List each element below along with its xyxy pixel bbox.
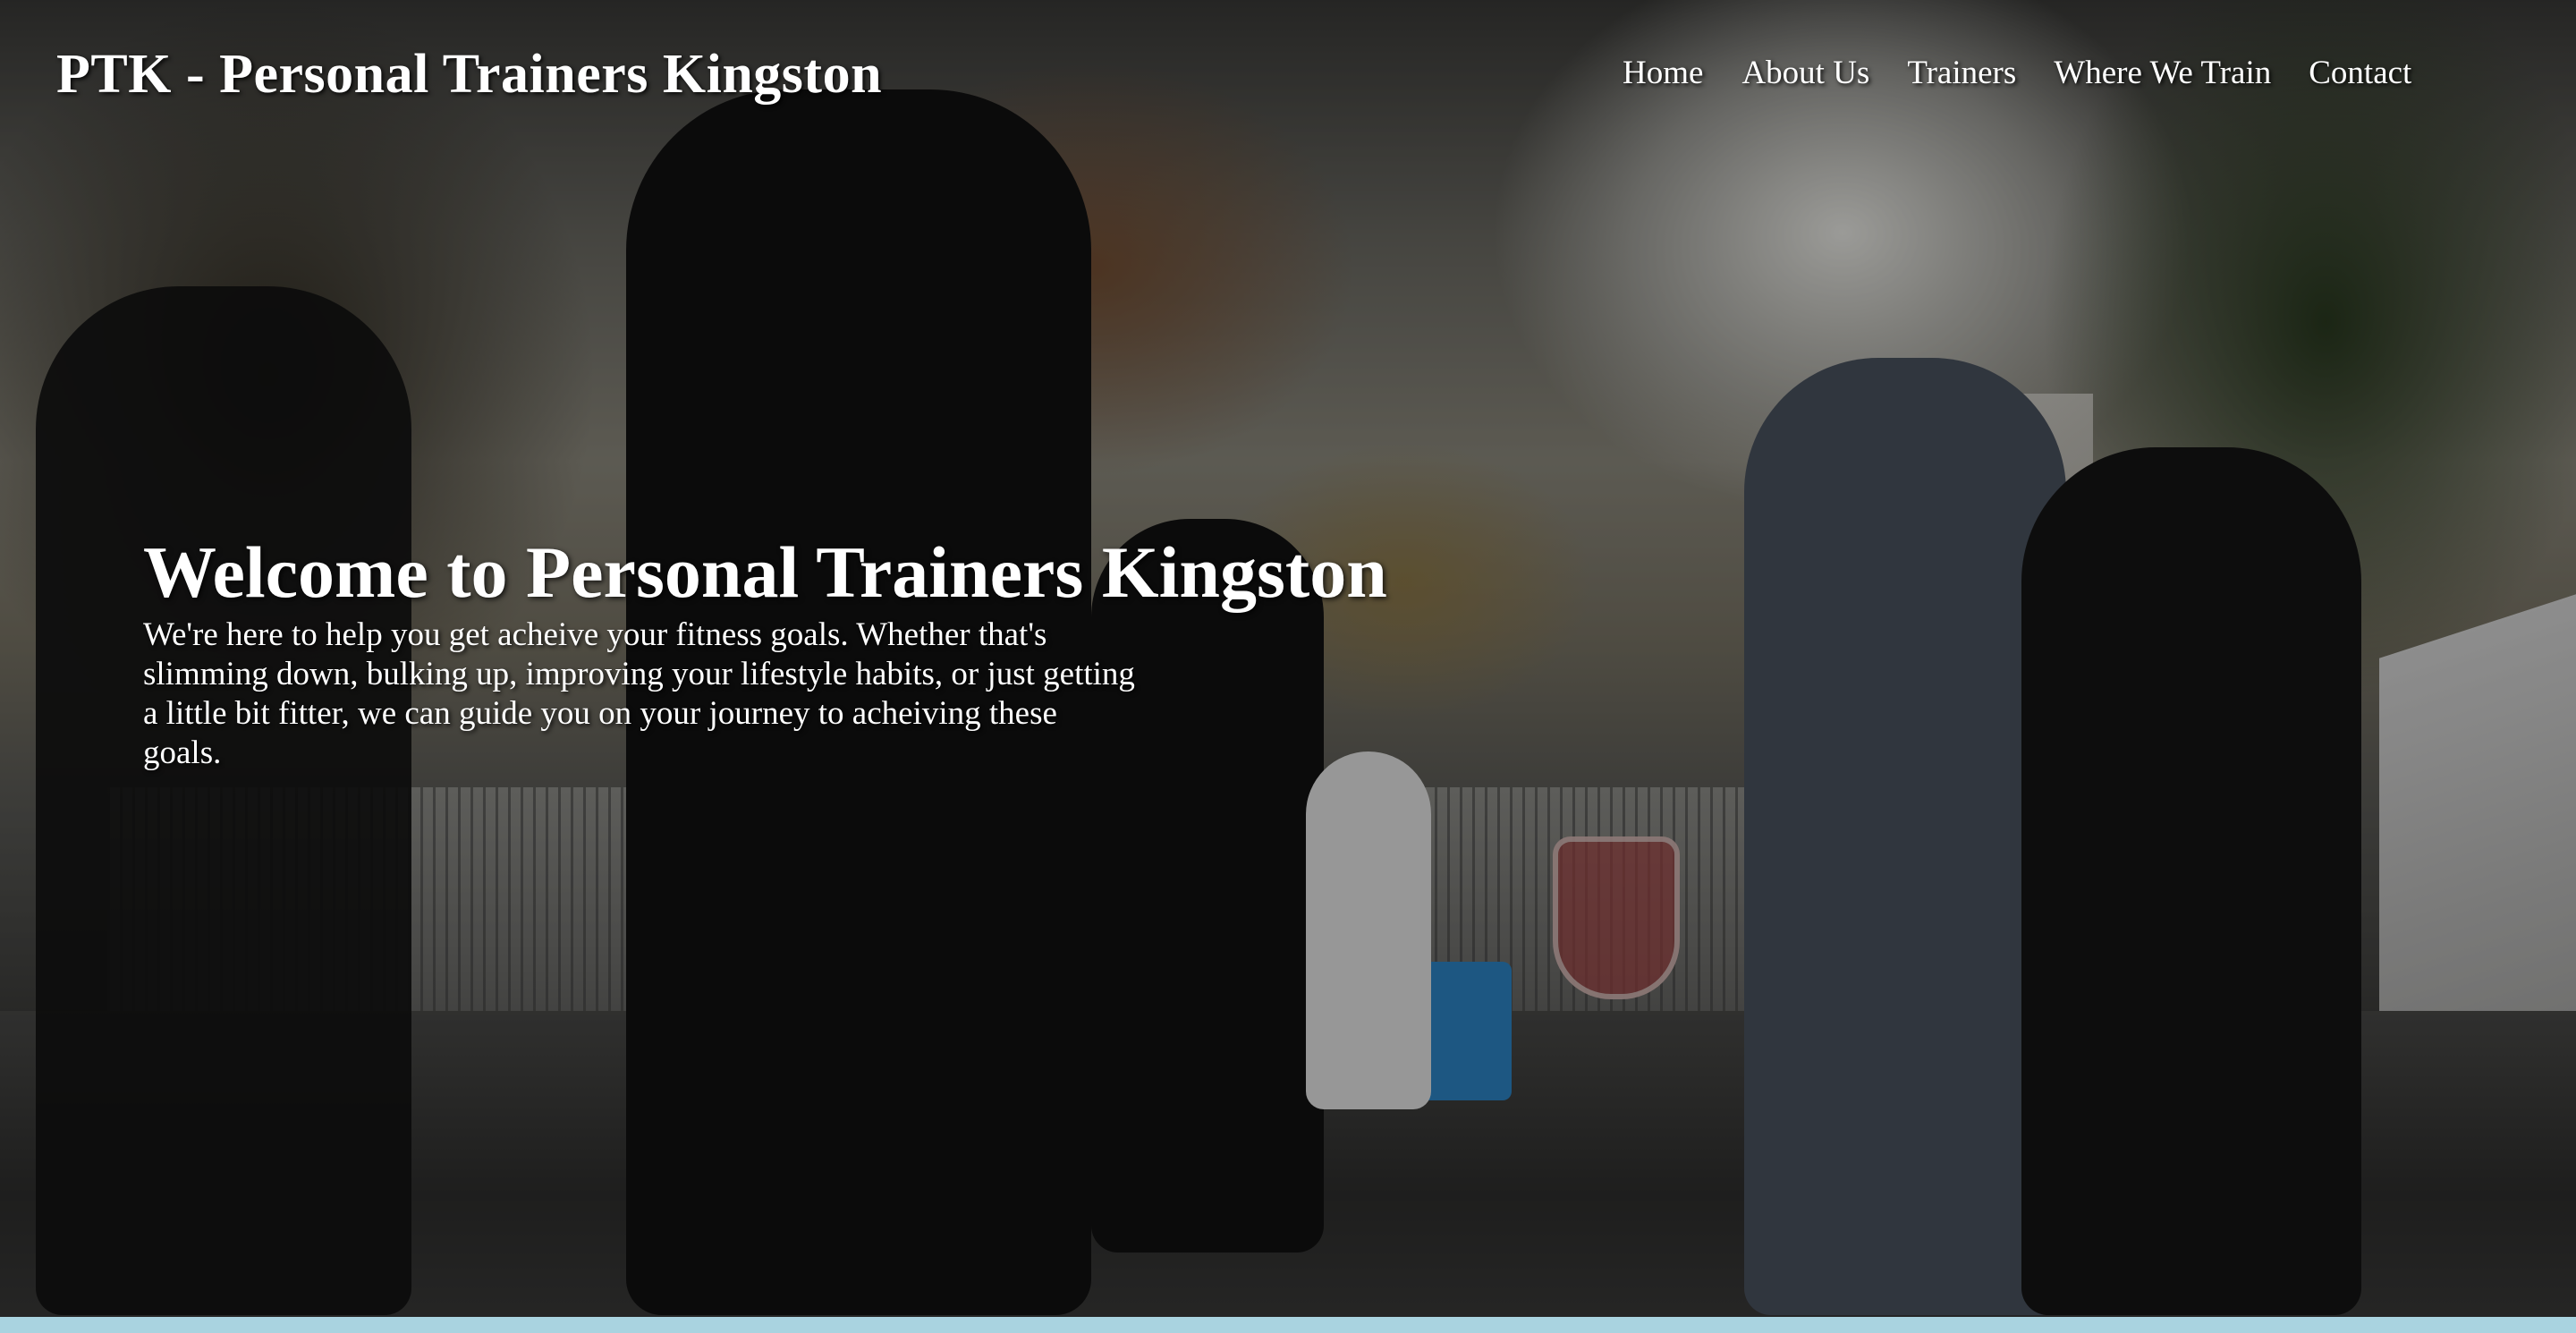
nav-item-home: Home xyxy=(1623,54,1703,92)
nav-item-where-we-train: Where We Train xyxy=(2054,54,2271,92)
nav-link-about-us[interactable]: About Us xyxy=(1741,54,1869,92)
nav-item-trainers: Trainers xyxy=(1907,54,2016,92)
nav-list: Home About Us Trainers Where We Train Co… xyxy=(1623,54,2411,92)
nav-link-contact[interactable]: Contact xyxy=(2309,54,2411,92)
nav-item-about: About Us xyxy=(1741,54,1869,92)
nav-link-where-we-train[interactable]: Where We Train xyxy=(2054,54,2271,92)
site-title[interactable]: PTK - Personal Trainers Kingston xyxy=(56,43,882,106)
welcome-section: Welcome to Personal Trainers Kingston We… xyxy=(143,530,1387,773)
nav-item-contact: Contact xyxy=(2309,54,2411,92)
page: PTK - Personal Trainers Kingston Home Ab… xyxy=(0,0,2576,1333)
welcome-text: We're here to help you get acheive your … xyxy=(143,616,1135,771)
nav-link-trainers[interactable]: Trainers xyxy=(1907,54,2016,92)
bottom-accent-bar xyxy=(0,1317,2576,1333)
nav-link-home[interactable]: Home xyxy=(1623,54,1703,92)
welcome-heading: Welcome to Personal Trainers Kingston xyxy=(143,531,1387,613)
